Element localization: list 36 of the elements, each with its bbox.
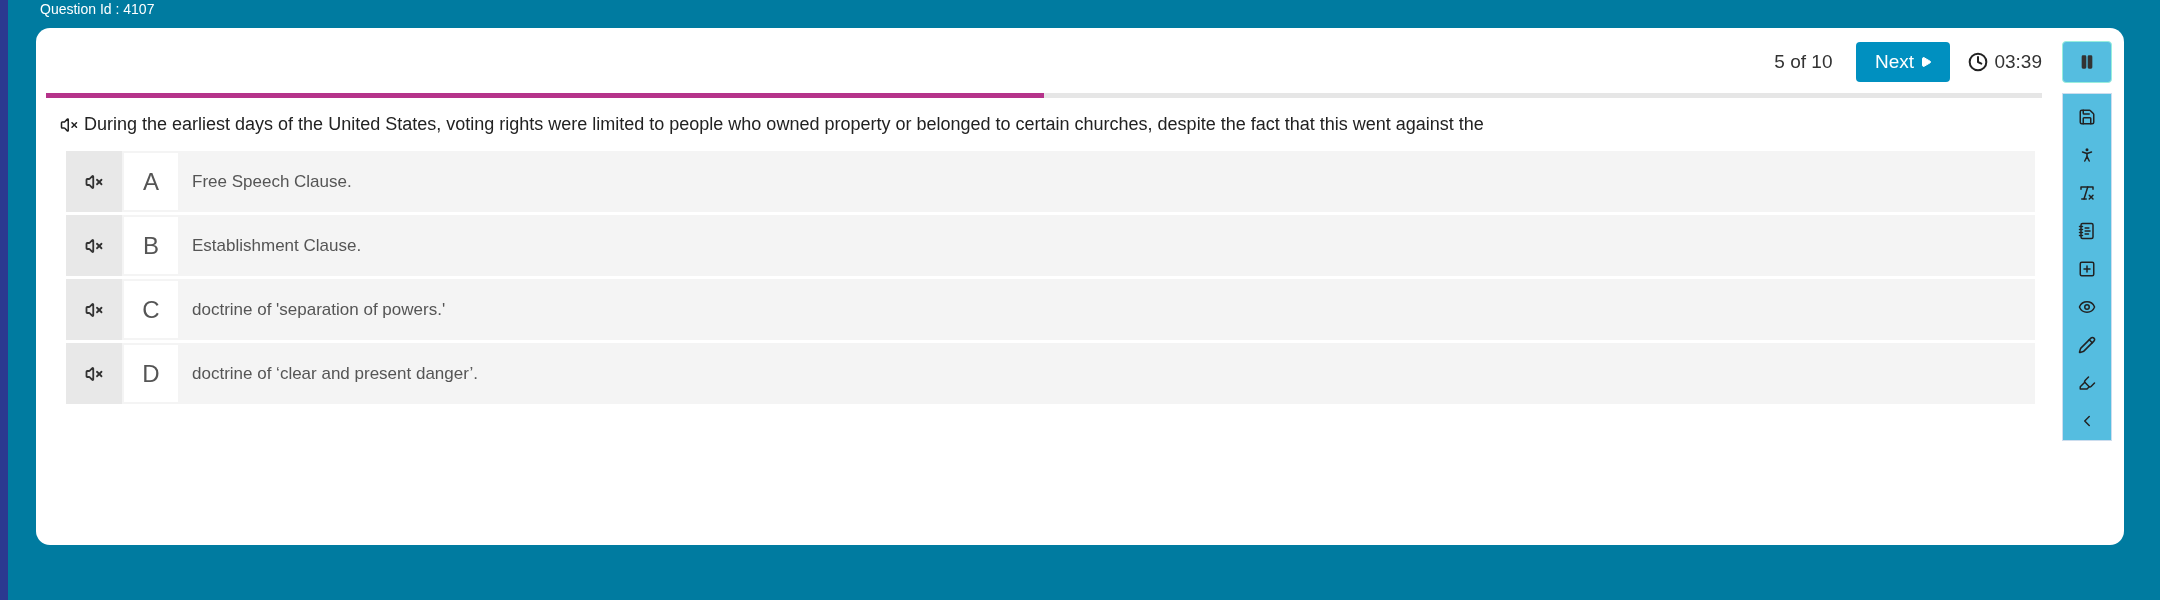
answer-option[interactable]: A Free Speech Clause. [66, 151, 2035, 212]
next-button[interactable]: Next [1856, 42, 1951, 82]
option-letter: C [124, 281, 178, 338]
option-letter: B [124, 217, 178, 274]
question-text: During the earliest days of the United States, voting rights were limited to people who owned property or belonged to certain churches, despite the fact that this went against the [84, 114, 1484, 135]
question-counter: 5 of 10 [1774, 51, 1833, 73]
pause-icon [2079, 54, 2095, 70]
text-format-off-icon [2078, 184, 2096, 202]
save-icon [2078, 108, 2096, 126]
answer-option[interactable]: D doctrine of ‘clear and present danger’. [66, 343, 2035, 404]
add-note-icon [2078, 260, 2096, 278]
clock-icon [1968, 52, 1989, 72]
pause-button[interactable] [2062, 41, 2112, 83]
mute-button[interactable] [66, 279, 122, 340]
speaker-muted-icon[interactable] [60, 115, 78, 134]
mute-button[interactable] [66, 151, 122, 212]
speaker-muted-icon [85, 364, 103, 383]
option-text: Free Speech Clause. [192, 171, 352, 192]
option-text: Establishment Clause. [192, 235, 362, 256]
option-text: doctrine of 'separation of powers.' [192, 299, 446, 320]
option-text: doctrine of ‘clear and present danger’. [192, 363, 479, 384]
speaker-muted-icon [85, 236, 103, 255]
answer-option[interactable]: B Establishment Clause. [66, 215, 2035, 276]
pencil-icon [2078, 336, 2096, 354]
play-icon [1920, 56, 1932, 68]
speaker-muted-icon [85, 172, 103, 191]
speaker-muted-icon [85, 300, 103, 319]
mute-button[interactable] [66, 215, 122, 276]
highlighter-icon [2078, 374, 2096, 392]
question-id: Question Id : 4107 [39, 1, 156, 19]
answer-option[interactable]: C doctrine of 'separation of powers.' [66, 279, 2035, 340]
timer: 03:39 [1968, 51, 2042, 73]
option-letter: A [124, 153, 178, 210]
option-letter: D [124, 345, 178, 402]
mute-button[interactable] [66, 343, 122, 404]
notepad-icon [2078, 222, 2096, 240]
